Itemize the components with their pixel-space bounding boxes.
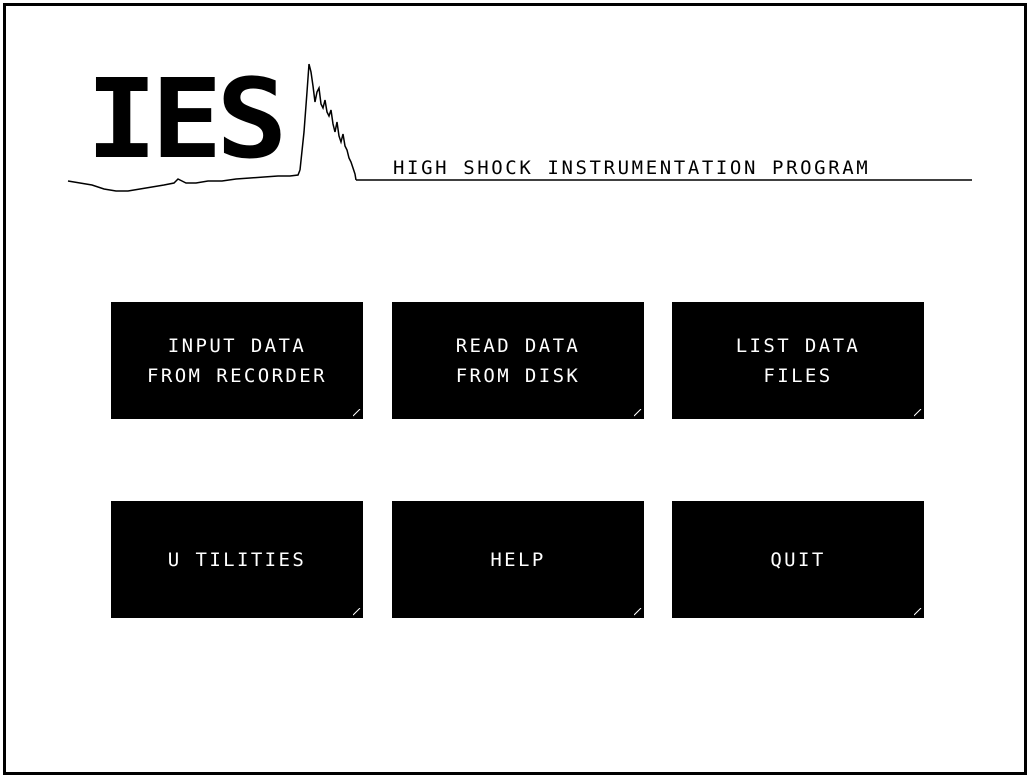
help-button[interactable]: HELP [392, 501, 644, 618]
read-data-from-disk-label: READ DATA FROM DISK [455, 334, 581, 387]
corner-mark-icon [353, 409, 361, 417]
help-label: HELP [490, 548, 546, 571]
program-title: HIGH SHOCK INSTRUMENTATION PROGRAM [393, 157, 871, 179]
input-data-from-recorder-label: INPUT DATA FROM RECORDER [147, 334, 327, 387]
ies-logo: IES [86, 55, 288, 183]
corner-mark-icon [353, 608, 361, 616]
list-data-files-label: LIST DATA FILES [735, 334, 861, 387]
utilities-button[interactable]: U TILITIES [111, 501, 363, 618]
read-data-from-disk-button[interactable]: READ DATA FROM DISK [392, 302, 644, 419]
utilities-label: U TILITIES [167, 548, 307, 571]
list-data-files-button[interactable]: LIST DATA FILES [672, 302, 924, 419]
quit-label: QUIT [770, 548, 826, 571]
quit-button[interactable]: QUIT [672, 501, 924, 618]
corner-mark-icon [914, 409, 922, 417]
corner-mark-icon [634, 409, 642, 417]
corner-mark-icon [634, 608, 642, 616]
corner-mark-icon [914, 608, 922, 616]
input-data-from-recorder-button[interactable]: INPUT DATA FROM RECORDER [111, 302, 363, 419]
